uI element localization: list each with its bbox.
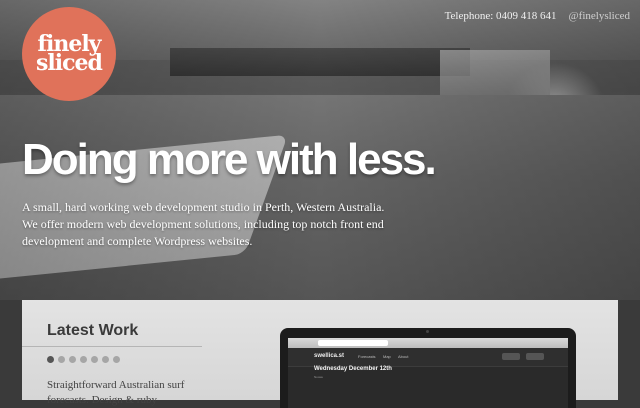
site-button <box>526 353 544 360</box>
finely-sliced-logo[interactable]: finely sliced <box>22 7 116 101</box>
slider-dot[interactable] <box>80 356 87 363</box>
site-button <box>502 353 520 360</box>
site-logo: swellica.st <box>314 353 345 359</box>
site-nav-item: Map <box>383 354 391 359</box>
telephone-text: Telephone: 0409 418 641 <box>444 10 557 22</box>
site-date: Wednesday December 12th <box>314 366 392 372</box>
work-description: Straightforward Australian surf forecast… <box>47 379 185 406</box>
laptop-mockup[interactable]: swellica.st Forecasts Map About Wednesda… <box>280 328 576 408</box>
address-bar <box>318 340 388 346</box>
divider <box>22 346 202 347</box>
slider-dot[interactable] <box>91 356 98 363</box>
browser-toolbar <box>288 338 568 348</box>
hero-headline: Doing more with less. <box>22 135 437 184</box>
site-nav: swellica.st Forecasts Map About <box>288 348 568 367</box>
slider-dot[interactable] <box>58 356 65 363</box>
camera-dot <box>426 330 429 333</box>
latest-work-title: Latest Work <box>47 322 139 339</box>
hero-intro: A small, hard working web development st… <box>22 200 385 248</box>
slider-dots <box>47 356 120 363</box>
twitter-link[interactable]: @finelysliced <box>569 10 630 22</box>
site-subtext: Noosa <box>314 375 323 379</box>
site-nav-item: About <box>398 354 409 359</box>
logo-line2: sliced <box>36 50 103 76</box>
slider-dot[interactable] <box>69 356 76 363</box>
site-nav-item: Forecasts <box>358 354 376 359</box>
slider-dot[interactable] <box>102 356 109 363</box>
contact-bar: Telephone: 0409 418 641 @finelysliced <box>445 10 630 22</box>
latest-work-panel: Latest Work Straightforward Australian s… <box>22 300 618 408</box>
browser-window: swellica.st Forecasts Map About Wednesda… <box>288 338 568 408</box>
slider-dot[interactable] <box>47 356 54 363</box>
slider-dot[interactable] <box>113 356 120 363</box>
